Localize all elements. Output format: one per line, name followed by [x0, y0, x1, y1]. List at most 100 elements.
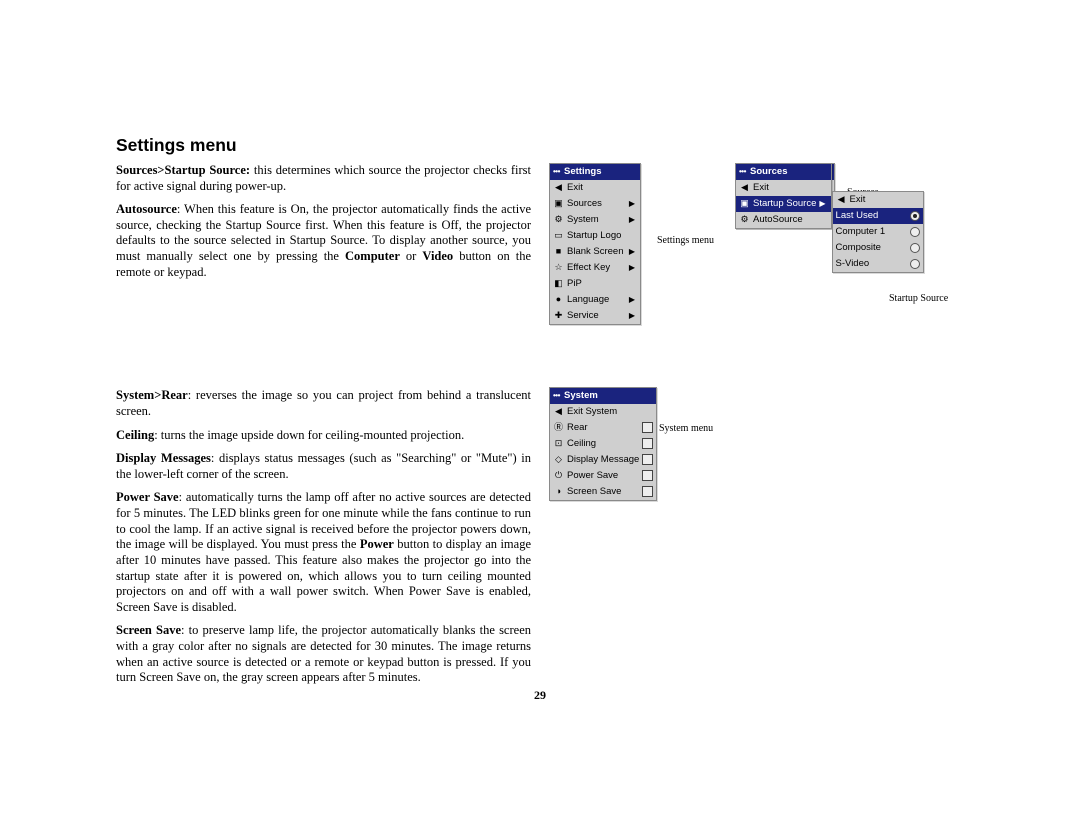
page-heading: Settings menu	[116, 135, 966, 157]
radio[interactable]	[910, 259, 920, 269]
menu-row[interactable]: ☆Effect Key▶	[550, 260, 640, 276]
menu-row-label: Screen Save	[567, 486, 639, 498]
menu-row[interactable]: ◀Exit System	[550, 404, 656, 420]
caption-system: System menu	[659, 423, 713, 436]
menu-row[interactable]: ▭Startup Logo	[550, 228, 640, 244]
menu-row-icon: ◀	[836, 194, 847, 205]
bold: Screen Save	[116, 623, 181, 637]
para-screen-save: Screen Save: to preserve lamp life, the …	[116, 623, 531, 686]
menu-row[interactable]: ⊡Ceiling	[550, 436, 656, 452]
page-number: 29	[534, 688, 546, 703]
menu-row-icon: ⊡	[553, 438, 564, 449]
menu-row[interactable]: ▣Startup Source▶	[736, 196, 831, 212]
menu-title-label: System	[564, 390, 598, 402]
bold: Display Messages	[116, 451, 211, 465]
menu-row[interactable]: ▣Sources▶	[550, 196, 640, 212]
radio[interactable]	[910, 243, 920, 253]
menu-row[interactable]: ■Blank Screen▶	[550, 244, 640, 260]
submenu-row-label: Computer 1	[836, 226, 904, 238]
menu-row-icon: ⚙	[739, 214, 750, 225]
menu-dots-icon: •••	[553, 167, 560, 177]
menu-row-icon: ◀	[739, 182, 750, 193]
submenu-row[interactable]: Last Used	[833, 208, 923, 224]
para-ceiling: Ceiling: turns the image upside down for…	[116, 428, 531, 444]
menu-row-label: PiP	[567, 278, 637, 290]
submenu-row[interactable]: Composite	[833, 240, 923, 256]
bold: System>Rear	[116, 388, 188, 402]
menu-row-icon: ▣	[553, 198, 564, 209]
menu-row-label: Effect Key	[567, 262, 626, 274]
arrow-right-icon: ▶	[629, 215, 637, 225]
document-page: Settings menu Sources>Startup Source: th…	[116, 135, 966, 694]
bold: Video	[422, 249, 453, 263]
columns: Sources>Startup Source: this determines …	[116, 163, 966, 694]
menu-row[interactable]: ⚙AutoSource	[736, 212, 831, 228]
arrow-right-icon: ▶	[629, 263, 637, 273]
menu-row[interactable]: ◀Exit	[736, 180, 831, 196]
arrow-right-icon: ▶	[629, 247, 637, 257]
menu-row[interactable]: ◑Screen Save	[550, 484, 656, 500]
menu-title-label: Settings	[564, 166, 601, 178]
submenu-row-label: Exit	[850, 194, 920, 206]
menu-row-label: Sources	[567, 198, 626, 210]
para-startup-source: Sources>Startup Source: this determines …	[116, 163, 531, 194]
menu-row-icon: ◀	[553, 182, 564, 193]
bold: Sources>Startup Source:	[116, 163, 250, 177]
body-text-column: Sources>Startup Source: this determines …	[116, 163, 531, 694]
menu-row[interactable]: ◇Display Message	[550, 452, 656, 468]
checkbox[interactable]	[642, 486, 653, 497]
menu-row-label: Exit System	[567, 406, 653, 418]
menu-row-icon: ⚙	[553, 214, 564, 225]
menu-row[interactable]: ⚙System▶	[550, 212, 640, 228]
arrow-right-icon: ▶	[819, 199, 827, 209]
caption-startup-source: Startup Source	[889, 293, 948, 306]
submenu-row[interactable]: Computer 1	[833, 224, 923, 240]
menu-row-icon: Ⓡ	[553, 422, 564, 433]
submenu-row-label: S-Video	[836, 258, 904, 270]
para-system-rear: System>Rear: reverses the image so you c…	[116, 388, 531, 419]
checkbox[interactable]	[642, 454, 653, 465]
bold: Power	[360, 537, 394, 551]
bold: Autosource	[116, 202, 177, 216]
menu-row[interactable]: ⓇRear	[550, 420, 656, 436]
menu-row-icon: ✚	[553, 310, 564, 321]
menu-title: ••• Settings	[550, 164, 640, 180]
radio[interactable]	[910, 227, 920, 237]
arrow-right-icon: ▶	[629, 199, 637, 209]
menu-row[interactable]: ⏻Power Save	[550, 468, 656, 484]
menu-row-label: System	[567, 214, 626, 226]
menu-row-icon: ◧	[553, 278, 564, 289]
menu-startup-source-submenu: ◀ExitLast UsedComputer 1CompositeS-Video	[832, 191, 924, 273]
menu-row[interactable]: ✚Service▶	[550, 308, 640, 324]
menu-row-icon: ◑	[553, 486, 564, 497]
submenu-row[interactable]: ◀Exit	[833, 192, 923, 208]
checkbox[interactable]	[642, 438, 653, 449]
submenu-row[interactable]: S-Video	[833, 256, 923, 272]
menu-title-label: Sources	[750, 166, 788, 178]
menu-row-icon: ▭	[553, 230, 564, 241]
menu-row-label: AutoSource	[753, 214, 828, 226]
menu-row[interactable]: ◧PiP	[550, 276, 640, 292]
radio[interactable]	[910, 211, 920, 221]
checkbox[interactable]	[642, 422, 653, 433]
menu-row-label: Language	[567, 294, 626, 306]
menu-row-label: Exit	[567, 182, 637, 194]
menu-row[interactable]: ◀Exit	[550, 180, 640, 196]
menu-dots-icon: •••	[739, 167, 746, 177]
figure-settings-menu: •••Settings◀Exit▣Sources▶⚙System▶▭Startu…	[549, 163, 641, 325]
menu-row-icon: ▣	[739, 198, 750, 209]
menu-row-label: Ceiling	[567, 438, 639, 450]
submenu-row-label: Composite	[836, 242, 904, 254]
menu-row-label: Exit	[753, 182, 828, 194]
menu-title: ••• Sources	[736, 164, 831, 180]
checkbox[interactable]	[642, 470, 653, 481]
menu-row-label: Startup Logo	[567, 230, 637, 242]
menu-settings: •••Settings◀Exit▣Sources▶⚙System▶▭Startu…	[549, 163, 641, 325]
arrow-right-icon: ▶	[629, 311, 637, 321]
bold: Ceiling	[116, 428, 154, 442]
bold: Power Save	[116, 490, 179, 504]
menu-row[interactable]: ●Language▶	[550, 292, 640, 308]
menu-row-label: Service	[567, 310, 626, 322]
bold: Computer	[345, 249, 400, 263]
menu-title: •••System	[550, 388, 656, 404]
